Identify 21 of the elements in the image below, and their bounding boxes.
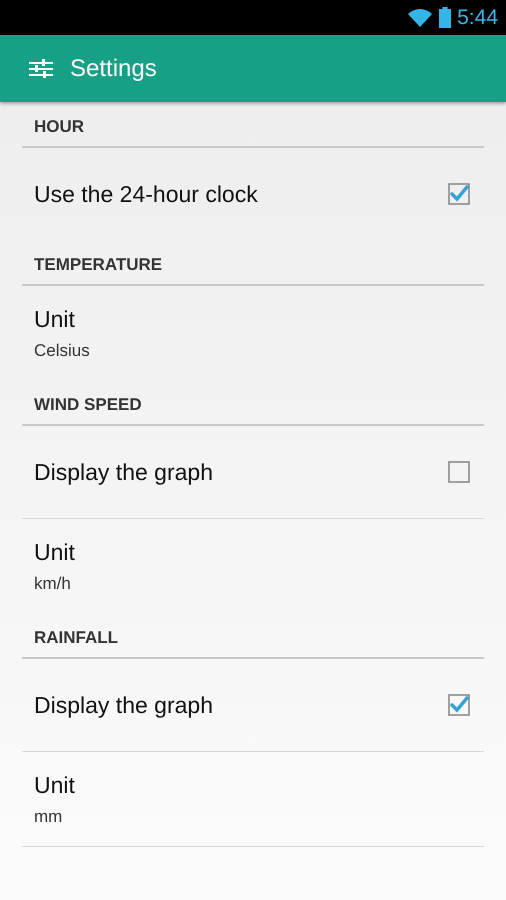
setting-title[interactable]: Display the graph (34, 692, 448, 718)
checked-checkbox[interactable] (448, 694, 470, 716)
setting-title[interactable]: Unit (34, 772, 75, 798)
setting-summary: mm (34, 806, 62, 826)
setting-title[interactable]: Display the graph (34, 458, 448, 486)
category-header: WIND SPEED (22, 380, 484, 426)
checked-checkbox[interactable] (448, 183, 470, 205)
category-header: TEMPERATURE (22, 240, 484, 286)
setting-summary: km/h (34, 574, 71, 594)
screen-title: Settings (70, 54, 157, 82)
setting-title[interactable]: Use the 24-hour clock (34, 180, 448, 208)
clock-time: 5:44 (457, 6, 498, 30)
setting-summary: Celsius (34, 340, 90, 360)
category-header: RAINFALL (22, 613, 484, 659)
setting-title[interactable]: Unit (34, 306, 75, 332)
category-header: HOUR (22, 102, 484, 148)
wifi-icon (407, 8, 434, 28)
setting-title[interactable]: Unit (34, 538, 75, 566)
checkbox[interactable] (448, 461, 470, 483)
settings-sliders-icon[interactable] (29, 58, 53, 80)
battery-icon (439, 7, 452, 28)
